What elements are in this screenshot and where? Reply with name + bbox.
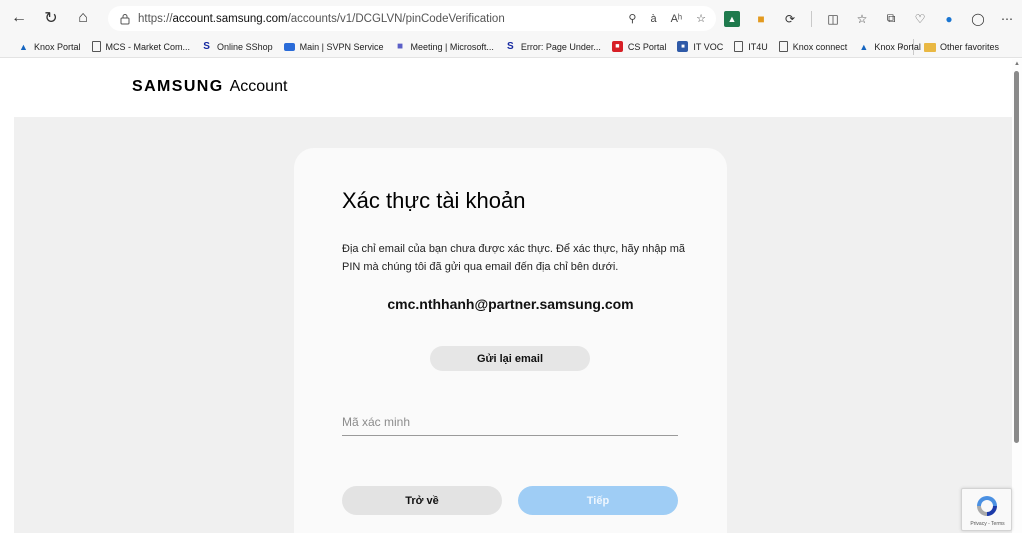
page-scrollbar[interactable]: ▲ xyxy=(1012,59,1022,533)
back-arrow-icon[interactable]: ← xyxy=(6,5,32,31)
scroll-up-icon[interactable]: ▲ xyxy=(1014,61,1020,67)
immersive-reader-icon[interactable]: Aʰ xyxy=(671,13,683,25)
bookmark-item[interactable]: S Online SShop xyxy=(201,41,272,52)
svpn-icon xyxy=(283,42,295,51)
bookmark-item[interactable]: ▲ Knox Portal xyxy=(18,41,81,52)
back-button[interactable]: Trở về xyxy=(342,486,502,515)
bookmark-item[interactable]: ■ Meeting | Microsoft... xyxy=(394,41,494,52)
collections-icon[interactable]: ⧉ xyxy=(883,11,899,27)
scrollbar-thumb[interactable] xyxy=(1014,71,1019,443)
search-icon[interactable]: ⚲ xyxy=(628,12,636,25)
url-text: https://account.samsung.com/accounts/v1/… xyxy=(138,12,505,25)
other-favorites-folder[interactable]: Other favorites xyxy=(923,42,999,52)
chevron-right-icon[interactable]: › xyxy=(900,42,903,52)
split-screen-icon[interactable]: ◫ xyxy=(825,11,841,27)
folder-icon xyxy=(923,42,936,52)
extension-icon[interactable]: ▲ xyxy=(724,10,740,27)
it-voc-icon: ■ xyxy=(677,41,689,52)
page-header: SAMSUNG Account xyxy=(0,59,1012,117)
bookmarks-bar: ▲ Knox Portal MCS - Market Com... S Online… xyxy=(0,36,1022,58)
description-text: Địa chỉ email của bạn chưa được xác thực… xyxy=(342,243,685,273)
resend-email-button[interactable]: Gửi lại email xyxy=(430,346,590,371)
next-button[interactable]: Tiếp xyxy=(518,486,678,515)
favorite-star-icon[interactable]: ☆ xyxy=(696,12,706,25)
bookmark-item[interactable]: S Error: Page Under... xyxy=(505,41,601,52)
bookmark-item[interactable]: ■ IT VOC xyxy=(677,41,723,52)
page-icon xyxy=(778,41,788,52)
browser-toolbar: ← ↻ ⌂ https://account.samsung.com/accoun… xyxy=(0,0,1022,36)
page-icon xyxy=(734,41,744,52)
bookmark-item[interactable]: Main | SVPN Service xyxy=(283,42,383,52)
extension-icon[interactable]: ■ xyxy=(753,11,769,27)
bookmark-divider xyxy=(912,39,914,55)
samsung-s-icon: S xyxy=(507,41,514,52)
edge-extension-icon[interactable]: ● xyxy=(941,11,957,27)
bookmark-item[interactable]: MCS - Market Com... xyxy=(91,41,190,52)
bookmark-item[interactable]: ■ CS Portal xyxy=(611,41,666,52)
knox-icon: ▲ xyxy=(859,41,869,52)
address-bar[interactable]: https://account.samsung.com/accounts/v1/… xyxy=(108,6,716,31)
recaptcha-icon xyxy=(977,496,997,516)
samsung-s-icon: S xyxy=(203,41,210,52)
home-icon[interactable]: ⌂ xyxy=(70,5,96,31)
page-icon xyxy=(91,41,101,52)
refresh-icon[interactable]: ↻ xyxy=(38,5,64,31)
page-title: Xác thực tài khoản xyxy=(342,188,526,213)
browser-essentials-icon[interactable]: ♡ xyxy=(912,11,928,27)
teams-icon: ■ xyxy=(396,41,403,52)
lock-icon[interactable] xyxy=(118,12,132,26)
knox-icon: ▲ xyxy=(19,41,28,52)
profile-icon[interactable]: ◯ xyxy=(970,11,986,27)
bookmark-item[interactable]: IT4U xyxy=(734,41,768,52)
recaptcha-badge[interactable]: Privacy - Terms xyxy=(961,488,1012,531)
extensions-puzzle-icon[interactable]: ⟳ xyxy=(782,11,798,27)
cs-portal-icon: ■ xyxy=(611,41,623,52)
favorites-icon[interactable]: ☆ xyxy=(854,11,870,27)
toolbar-divider xyxy=(811,10,812,27)
verification-card: Xác thực tài khoản Địa chỉ email của bạn… xyxy=(294,148,727,533)
recaptcha-terms[interactable]: Privacy - Terms xyxy=(962,521,1013,527)
email-address: cmc.nthhanh@partner.samsung.com xyxy=(387,296,634,312)
samsung-account-logo[interactable]: SAMSUNG Account xyxy=(132,78,287,96)
read-aloud-icon[interactable]: à xyxy=(650,13,656,25)
more-options-icon[interactable]: ⋯ xyxy=(999,11,1015,27)
bookmark-item[interactable]: Knox connect xyxy=(778,41,847,52)
verification-code-input[interactable] xyxy=(342,408,678,436)
